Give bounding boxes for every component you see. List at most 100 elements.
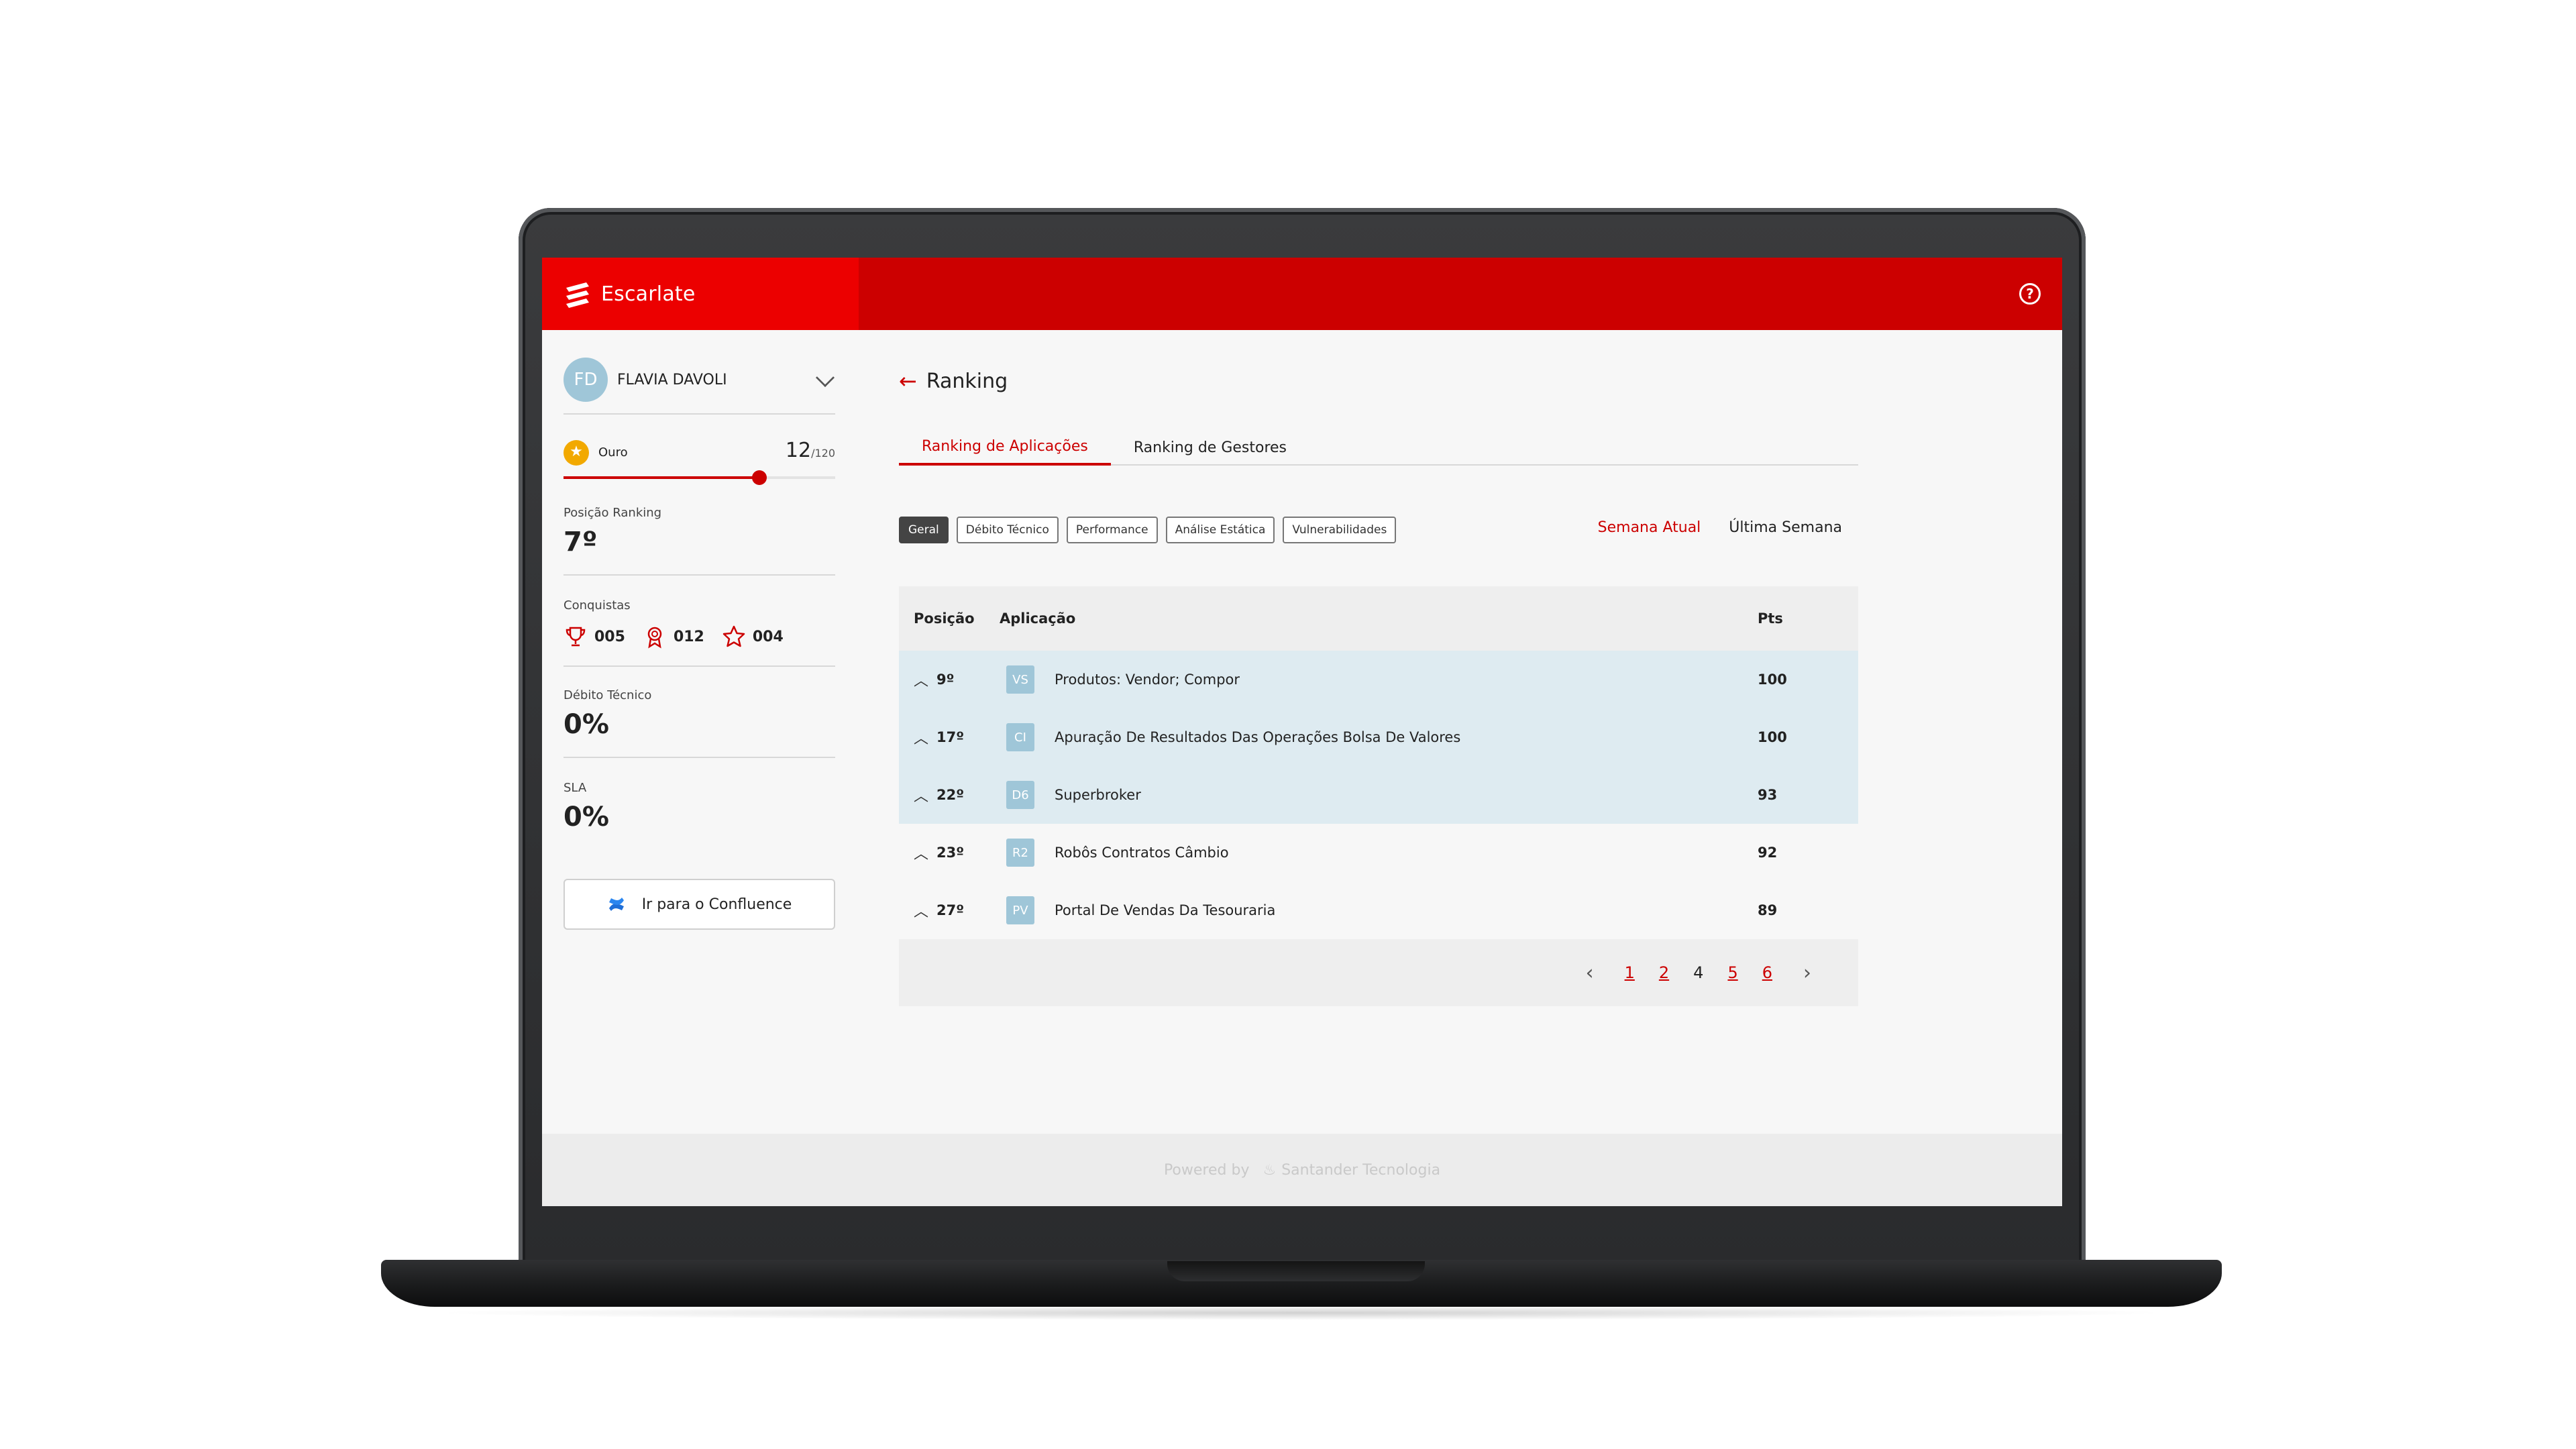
chevron-up-icon: ︿ <box>914 904 929 920</box>
tech-debt-label: Débito Técnico <box>564 688 652 702</box>
laptop-shadow <box>429 1305 2174 1320</box>
tech-debt-value: 0% <box>564 709 609 740</box>
row-points: 89 <box>1758 902 1778 918</box>
chevron-up-icon: ︿ <box>914 788 929 805</box>
level-current: 12 <box>785 439 812 462</box>
achievements-label: Conquistas <box>564 598 631 612</box>
page-link[interactable]: 6 <box>1762 963 1772 982</box>
achievement-medal[interactable]: 012 <box>643 625 704 649</box>
app-badge: VS <box>1006 665 1034 694</box>
row-rank: 9º <box>936 672 955 688</box>
confluence-button[interactable]: Ir para o Confluence <box>564 879 835 930</box>
table-row[interactable]: ︿ 22º D6 Superbroker 93 <box>899 766 1858 824</box>
level-count: 12/120 <box>786 439 835 462</box>
help-icon[interactable]: ? <box>2019 283 2041 305</box>
page-link[interactable]: 5 <box>1727 963 1737 982</box>
achievements: Conquistas 005 012 004 <box>564 598 835 649</box>
table-row[interactable]: ︿ 17º CI Apuração De Resultados Das Oper… <box>899 708 1858 766</box>
week-current[interactable]: Semana Atual <box>1598 519 1701 536</box>
user-name: FLAVIA DAVOLI <box>617 371 727 388</box>
achievement-trophy[interactable]: 005 <box>564 625 625 649</box>
laptop-notch <box>1167 1261 1425 1281</box>
page-link[interactable]: 2 <box>1659 963 1669 982</box>
filter-chips: Geral Débito Técnico Performance Análise… <box>899 517 1404 543</box>
main-content: ← Ranking Ranking de Aplicações Ranking … <box>899 330 1858 1135</box>
achievement-trophy-count: 005 <box>594 628 625 645</box>
ranking-position: Posição Ranking 7º <box>564 506 835 557</box>
row-rank: 23º <box>936 845 965 861</box>
achievements-row: 005 012 004 <box>564 625 835 649</box>
footer: Powered by ♨ Santander Tecnologia <box>542 1134 2062 1206</box>
app-badge: CI <box>1006 723 1034 751</box>
week-last[interactable]: Última Semana <box>1729 519 1842 536</box>
tab-ranking-gestores[interactable]: Ranking de Gestores <box>1111 429 1309 466</box>
table-row[interactable]: ︿ 27º PV Portal De Vendas Da Tesouraria … <box>899 881 1858 939</box>
tab-bar: Ranking de Aplicações Ranking de Gestore… <box>899 429 1858 466</box>
table-header: Posição Aplicação Pts <box>899 586 1858 651</box>
week-toggle: Semana Atual Última Semana <box>1570 519 1842 536</box>
chevron-up-icon: ︿ <box>914 673 929 690</box>
ranking-position-label: Posição Ranking <box>564 506 662 520</box>
filter-performance[interactable]: Performance <box>1066 517 1158 543</box>
level-progress-knob <box>751 470 767 485</box>
row-points: 92 <box>1758 845 1778 861</box>
filter-geral[interactable]: Geral <box>899 517 949 543</box>
ranking-table: Posição Aplicação Pts ︿ 9º VS Produtos: … <box>899 586 1858 1006</box>
user-menu[interactable]: FD FLAVIA DAVOLI <box>564 357 835 402</box>
trophy-icon <box>566 627 586 647</box>
header-app: Aplicação <box>1000 610 1076 627</box>
level-progress <box>564 470 835 485</box>
app-badge: R2 <box>1006 839 1034 867</box>
achievement-star[interactable]: 004 <box>722 625 784 649</box>
app-badge: PV <box>1006 896 1034 924</box>
chevron-left-icon[interactable]: ‹ <box>1586 961 1594 985</box>
table-row[interactable]: ︿ 23º R2 Robôs Contratos Câmbio 92 <box>899 824 1858 881</box>
avatar: FD <box>564 358 608 402</box>
tab-ranking-aplicacoes[interactable]: Ranking de Aplicações <box>899 429 1111 466</box>
top-bar: Escarlate ? <box>542 258 2062 330</box>
chevron-up-icon: ︿ <box>914 731 929 747</box>
back-arrow-icon[interactable]: ← <box>899 368 917 394</box>
confluence-button-label: Ir para o Confluence <box>641 896 792 913</box>
filter-analise-estatica[interactable]: Análise Estática <box>1165 517 1275 543</box>
achievement-star-count: 004 <box>752 628 784 645</box>
app-screen: Escarlate ? FD FLAVIA DAVOLI ★ Ouro 12/1… <box>542 258 2062 1206</box>
row-rank: 17º <box>936 729 965 745</box>
chevron-up-icon: ︿ <box>914 846 929 863</box>
sla: SLA 0% <box>564 781 835 833</box>
gold-medal-icon: ★ <box>564 440 589 466</box>
filter-vulnerabilidades[interactable]: Vulnerabilidades <box>1283 517 1397 543</box>
level-name: Ouro <box>598 445 628 460</box>
pagination: ‹ 1 2 4 5 6 › <box>899 939 1858 1006</box>
brand-logo[interactable]: Escarlate <box>542 258 859 330</box>
row-app: Produtos: Vendor; Compor <box>1055 672 1240 688</box>
footer-company: Santander Tecnologia <box>1281 1161 1441 1179</box>
sidebar: FD FLAVIA DAVOLI ★ Ouro 12/120 Posição R… <box>564 330 835 1134</box>
divider <box>564 574 835 576</box>
row-rank: 22º <box>936 787 965 803</box>
row-app: Apuração De Resultados Das Operações Bol… <box>1055 729 1461 745</box>
ranking-position-value: 7º <box>564 527 598 557</box>
chevron-down-icon[interactable] <box>815 368 835 388</box>
level-total: /120 <box>811 447 835 460</box>
header-points: Pts <box>1758 610 1783 627</box>
sla-label: SLA <box>564 781 587 795</box>
divider <box>564 757 835 758</box>
sla-value: 0% <box>564 802 609 833</box>
filter-debito-tecnico[interactable]: Débito Técnico <box>956 517 1059 543</box>
row-app: Portal De Vendas Da Tesouraria <box>1055 902 1276 918</box>
footer-powered-by: Powered by <box>1163 1161 1250 1179</box>
row-points: 100 <box>1758 729 1787 745</box>
flame-logo-icon <box>566 282 589 308</box>
star-icon <box>722 625 745 647</box>
level-row: ★ Ouro 12/120 <box>564 437 835 466</box>
page-current[interactable]: 4 <box>1693 963 1703 982</box>
page-title: Ranking <box>926 369 1008 393</box>
chevron-right-icon[interactable]: › <box>1803 961 1811 985</box>
row-rank: 27º <box>936 902 965 918</box>
header-position: Posição <box>914 610 975 627</box>
table-row[interactable]: ︿ 9º VS Produtos: Vendor; Compor 100 <box>899 651 1858 708</box>
brand-name: Escarlate <box>601 282 696 306</box>
page-link[interactable]: 1 <box>1625 963 1635 982</box>
santander-flame-icon: ♨ <box>1263 1161 1277 1179</box>
